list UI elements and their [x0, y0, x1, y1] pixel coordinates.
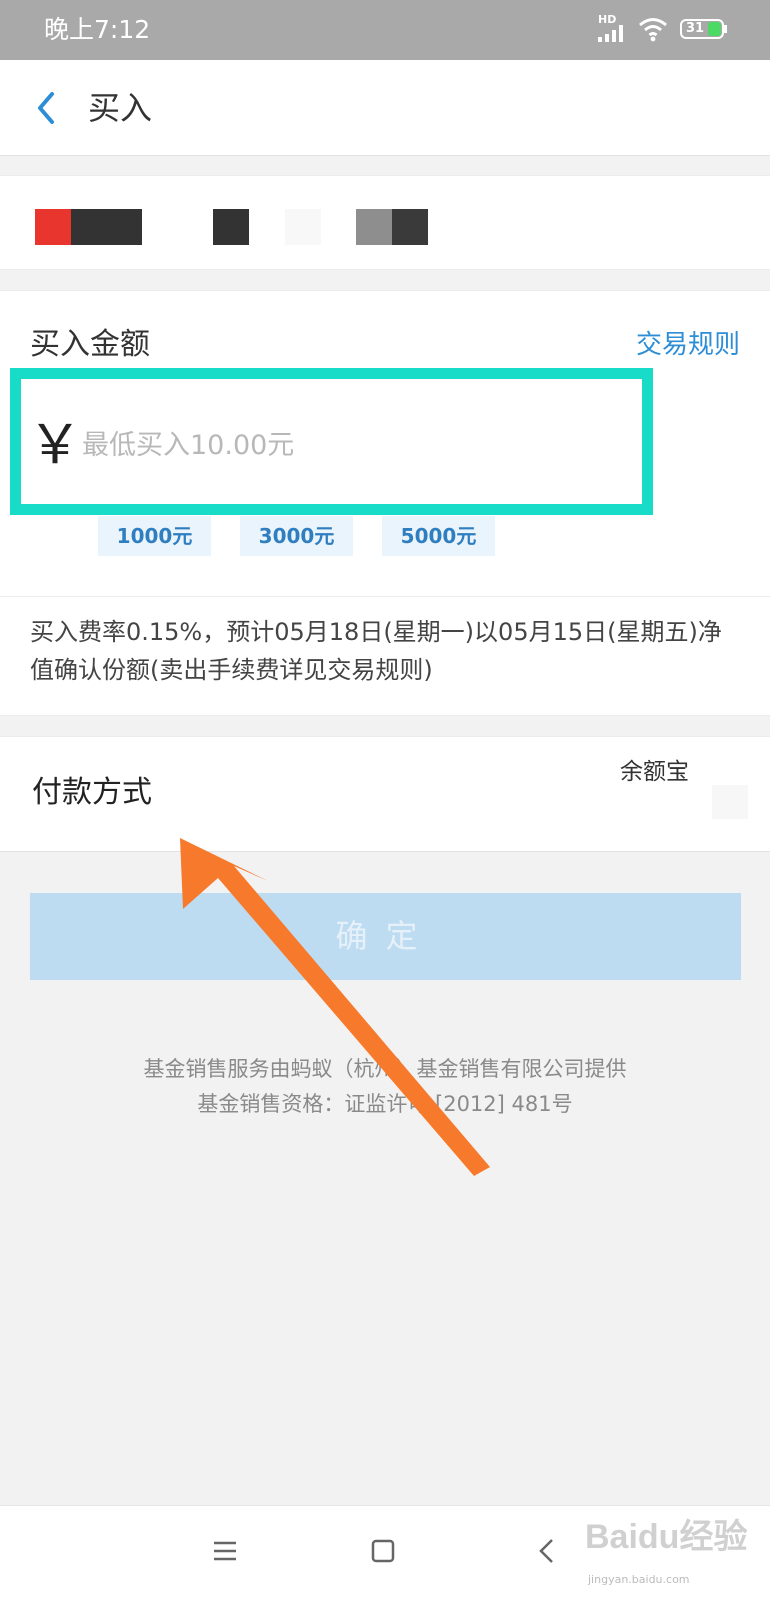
chevron-left-icon[interactable] [28, 84, 68, 132]
amount-label: 买入金额 [30, 327, 150, 362]
battery-level: 31 [686, 21, 705, 36]
back-icon[interactable] [522, 1526, 572, 1576]
redacted-block [71, 209, 142, 245]
footer-provider-text: 基金销售服务由蚂蚁（杭州）基金销售有限公司提供 [143, 1057, 627, 1081]
payment-method-value: 余额宝 [620, 759, 689, 785]
watermark-url: jingyan.baidu.com [588, 1573, 690, 1586]
redacted-block [285, 209, 321, 245]
chevron-right-icon [712, 785, 748, 819]
amount-section: 买入金额 交易规则 ￥ 1000元 3000元 5000元 买入费率0.15%，… [0, 290, 770, 716]
wifi-icon [639, 18, 667, 42]
status-time: 晚上7:12 [44, 15, 151, 44]
home-icon[interactable] [358, 1526, 408, 1576]
fund-info-card[interactable] [0, 175, 770, 270]
signal-icon [598, 25, 623, 42]
redacted-block [392, 209, 428, 245]
status-bar: 晚上7:12 HD 31 [0, 0, 770, 60]
quick-amount-button[interactable]: 1000元 [98, 516, 211, 556]
quick-amount-button[interactable]: 3000元 [240, 516, 353, 556]
redacted-block [213, 209, 249, 245]
payment-method-row[interactable]: 付款方式 余额宝 [0, 736, 770, 852]
page-title: 买入 [88, 89, 153, 127]
trading-rules-link[interactable]: 交易规则 [636, 325, 740, 365]
redacted-block [356, 209, 392, 245]
quick-amount-button[interactable]: 5000元 [382, 516, 495, 556]
footer-license-text: 基金销售资格：证监许可 [2012] 481号 [197, 1092, 573, 1116]
nav-bar: 买入 [0, 60, 770, 156]
menu-icon[interactable] [200, 1526, 250, 1576]
battery-icon: 31 [680, 19, 724, 39]
confirm-button[interactable]: 确定 [30, 893, 741, 980]
watermark-text: Baidu经验 [585, 1517, 747, 1556]
payment-method-label: 付款方式 [32, 775, 152, 810]
divider [0, 596, 770, 597]
amount-input[interactable] [82, 421, 622, 469]
redacted-block [35, 209, 71, 245]
fee-description: 买入费率0.15%，预计05月18日(星期一)以05月15日(星期五)净值确认份… [30, 618, 722, 684]
currency-symbol: ￥ [28, 413, 82, 476]
